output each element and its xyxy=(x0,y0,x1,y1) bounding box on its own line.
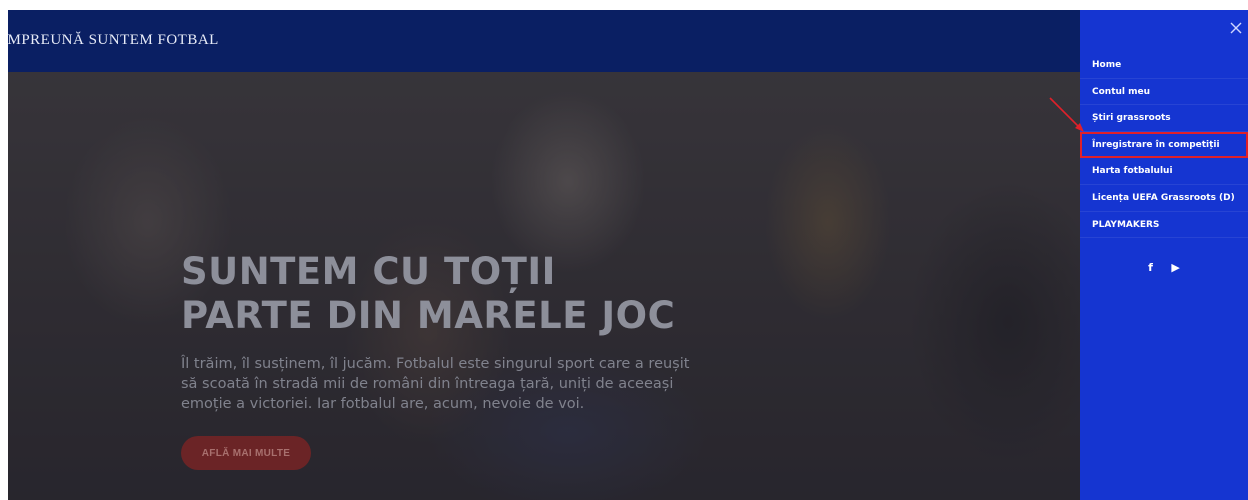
website-main: ÎMPREUNĂ SUNTEM FOTBAL SUNTEM CU TOȚII P… xyxy=(8,10,1080,500)
annotation-arrow-icon xyxy=(1049,97,1084,132)
hero-title-line-2: PARTE DIN MARELE JOC xyxy=(181,294,676,337)
menu-item-playmakers[interactable]: PLAYMAKERS xyxy=(1080,212,1248,239)
side-menu: Home Contul meu Știri grassroots Înregis… xyxy=(1080,10,1248,500)
hero-paragraph: Îl trăim, îl susținem, îl jucăm. Fotbalu… xyxy=(181,356,690,412)
menu-item-my-account[interactable]: Contul meu xyxy=(1080,79,1248,106)
menu-item-grassroots-news[interactable]: Știri grassroots xyxy=(1080,105,1248,132)
facebook-icon[interactable]: f xyxy=(1148,261,1153,274)
youtube-icon[interactable]: ▶ xyxy=(1171,261,1179,274)
hero-banner: SUNTEM CU TOȚII PARTE DIN MARELE JOC Îl … xyxy=(8,72,1080,500)
brand-logo-text[interactable]: ÎMPREUNĂ SUNTEM FOTBAL xyxy=(8,32,219,49)
top-bar: ÎMPREUNĂ SUNTEM FOTBAL xyxy=(8,10,1080,72)
close-icon[interactable] xyxy=(1228,20,1244,36)
social-links: f ▶ xyxy=(1080,258,1248,276)
side-menu-list: Home Contul meu Știri grassroots Înregis… xyxy=(1080,52,1248,239)
page: ÎMPREUNĂ SUNTEM FOTBAL SUNTEM CU TOȚII P… xyxy=(8,10,1248,500)
menu-item-uefa-grassroots-license[interactable]: Licența UEFA Grassroots (D) xyxy=(1080,185,1248,212)
learn-more-button[interactable]: AFLĂ MAI MULTE xyxy=(181,436,311,470)
hero-title-line-1: SUNTEM CU TOȚII xyxy=(181,250,556,293)
menu-item-football-map[interactable]: Harta fotbalului xyxy=(1080,158,1248,185)
hero-title: SUNTEM CU TOȚII PARTE DIN MARELE JOC xyxy=(181,250,675,338)
menu-item-home[interactable]: Home xyxy=(1080,52,1248,79)
menu-item-competition-registration[interactable]: Înregistrare în competiții xyxy=(1080,131,1248,159)
